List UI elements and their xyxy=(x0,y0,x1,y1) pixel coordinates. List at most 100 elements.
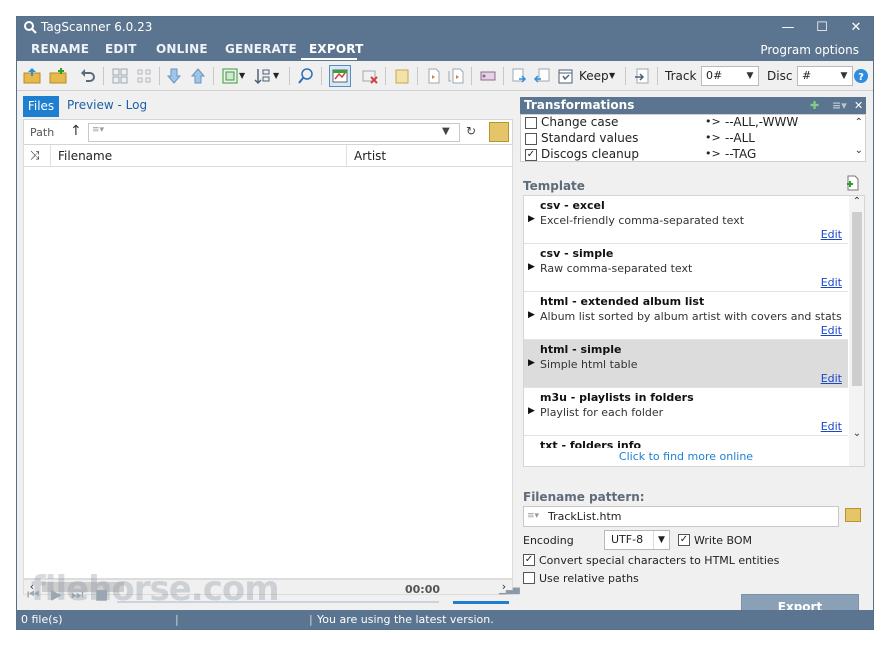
help-icon[interactable]: ? xyxy=(853,68,869,84)
app-window: TagScanner 6.0.23 — ☐ ✕ RENAME EDIT ONLI… xyxy=(16,16,874,630)
file-list-header: ⤨ Filename Artist xyxy=(23,145,513,167)
expand-icon[interactable]: ▶ xyxy=(528,358,535,368)
active-menu-indicator xyxy=(301,58,357,60)
program-options-link[interactable]: Program options xyxy=(760,43,859,57)
sort-icon[interactable] xyxy=(253,67,271,85)
up-folder-icon[interactable]: ↑ xyxy=(70,123,82,139)
open-folder-icon[interactable] xyxy=(23,67,41,85)
tab-files[interactable]: Files xyxy=(23,96,59,117)
clipboard-icon[interactable] xyxy=(393,67,411,85)
browse-folder-icon[interactable] xyxy=(845,508,861,522)
encoding-dropdown-icon[interactable]: ▼ xyxy=(653,531,669,549)
new-template-icon[interactable] xyxy=(846,175,860,191)
keep-label[interactable]: Keep xyxy=(579,69,609,83)
files-panel: Files Preview - Log Path ↑ ≡▾ ▼ ↻ ⤨ File… xyxy=(21,95,515,607)
transformation-row[interactable]: ✓ Discogs cleanup •> --TAG xyxy=(521,147,851,163)
export-mode-icon[interactable] xyxy=(329,65,351,87)
path-dropdown-icon[interactable]: ▼ xyxy=(442,126,450,137)
apply-icon[interactable] xyxy=(633,67,651,85)
list-options-icon[interactable]: ≡▾ xyxy=(832,97,847,114)
documents-icon[interactable] xyxy=(447,67,465,85)
copy-right-icon[interactable] xyxy=(533,67,551,85)
transformation-name: Change case xyxy=(541,115,619,129)
keep-icon[interactable] xyxy=(557,67,575,85)
menu-online[interactable]: ONLINE xyxy=(156,42,208,56)
menu-generate[interactable]: GENERATE xyxy=(225,42,297,56)
tag-icon[interactable] xyxy=(479,67,497,85)
template-edit-link[interactable]: Edit xyxy=(821,228,842,241)
template-item-selected[interactable]: html - simple ▶ Simple html table Edit xyxy=(524,340,848,388)
track-combo[interactable]: 0# ▼ xyxy=(701,66,759,86)
transformation-name: Standard values xyxy=(541,131,639,145)
template-edit-link[interactable]: Edit xyxy=(821,372,842,385)
move-down-icon[interactable] xyxy=(165,67,183,85)
template-item[interactable]: html - extended album list ▶ Album list … xyxy=(524,292,848,340)
encoding-select[interactable]: UTF-8 ▼ xyxy=(604,530,670,550)
scroll-down-icon[interactable]: ⌄ xyxy=(855,145,863,156)
search-icon[interactable] xyxy=(297,67,315,85)
disc-combo[interactable]: # ▼ xyxy=(797,66,853,86)
column-artist[interactable]: Artist xyxy=(354,149,386,163)
scroll-down-icon[interactable]: ⌄ xyxy=(849,428,864,439)
find-more-online-link[interactable]: Click to find more online xyxy=(524,448,848,466)
expand-icon[interactable]: ▶ xyxy=(528,406,535,416)
transformation-checkbox[interactable] xyxy=(525,133,537,145)
column-filename[interactable]: Filename xyxy=(58,149,112,163)
seek-bar[interactable] xyxy=(117,601,439,603)
undo-icon[interactable] xyxy=(79,67,97,85)
watermark: filehorse.com xyxy=(31,569,280,609)
add-folder-icon[interactable] xyxy=(49,67,67,85)
checkbox-box[interactable] xyxy=(523,572,535,584)
document-icon[interactable] xyxy=(425,67,443,85)
transformation-checkbox[interactable]: ✓ xyxy=(525,149,537,161)
scroll-up-icon[interactable]: ⌃ xyxy=(849,196,864,207)
close-button[interactable]: ✕ xyxy=(839,17,873,39)
filename-pattern-input[interactable]: ≡▾ TrackList.htm xyxy=(523,506,839,527)
small-grid-icon[interactable] xyxy=(135,67,153,85)
transformation-checkbox[interactable] xyxy=(525,117,537,129)
template-scrollbar[interactable]: ⌃ ⌄ xyxy=(849,196,864,466)
path-input[interactable]: ≡▾ xyxy=(88,123,460,142)
template-edit-link[interactable]: Edit xyxy=(821,324,842,337)
shuffle-icon[interactable]: ⤨ xyxy=(30,148,40,163)
menu-rename[interactable]: RENAME xyxy=(31,42,89,56)
window-title: TagScanner 6.0.23 xyxy=(41,20,153,34)
copy-left-icon[interactable] xyxy=(511,67,529,85)
expand-icon[interactable]: ▶ xyxy=(528,214,535,224)
menu-bar: RENAME EDIT ONLINE GENERATE EXPORT Progr… xyxy=(17,39,873,61)
disc-dropdown-icon[interactable]: ▼ xyxy=(836,67,852,85)
checkbox-box[interactable]: ✓ xyxy=(678,534,690,546)
previous-icon[interactable]: ⏮ xyxy=(27,587,40,603)
track-dropdown-icon[interactable]: ▼ xyxy=(742,67,758,85)
select-icon[interactable] xyxy=(221,67,239,85)
refresh-icon[interactable]: ↻ xyxy=(466,124,476,138)
stop-icon[interactable]: ■ xyxy=(95,587,108,603)
play-icon[interactable]: ▶ xyxy=(51,587,62,603)
next-icon[interactable]: ⏭ xyxy=(71,587,84,603)
menu-edit[interactable]: EDIT xyxy=(105,42,137,56)
template-item[interactable]: csv - excel ▶ Excel-friendly comma-separ… xyxy=(524,196,848,244)
template-item[interactable]: m3u - playlists in folders ▶ Playlist fo… xyxy=(524,388,848,436)
grid-view-icon[interactable] xyxy=(111,67,129,85)
move-up-icon[interactable] xyxy=(189,67,207,85)
remove-tags-icon[interactable] xyxy=(361,67,379,85)
close-panel-icon[interactable]: ✕ xyxy=(854,97,863,114)
add-transformation-icon[interactable]: ✚ xyxy=(810,97,819,114)
scroll-thumb[interactable] xyxy=(852,212,862,386)
file-list[interactable] xyxy=(23,167,513,579)
maximize-button[interactable]: ☐ xyxy=(805,17,839,39)
scroll-up-icon[interactable]: ⌃ xyxy=(855,117,863,128)
template-item[interactable]: csv - simple ▶ Raw comma-separated text … xyxy=(524,244,848,292)
template-edit-link[interactable]: Edit xyxy=(821,276,842,289)
tab-preview-log[interactable]: Preview - Log xyxy=(67,98,147,112)
expand-icon[interactable]: ▶ xyxy=(528,310,535,320)
transformation-row[interactable]: Standard values •> --ALL xyxy=(521,131,851,147)
browse-folder-icon[interactable] xyxy=(489,122,509,142)
volume-slider[interactable] xyxy=(453,601,509,604)
minimize-button[interactable]: — xyxy=(771,17,805,39)
menu-export[interactable]: EXPORT xyxy=(309,42,364,56)
expand-icon[interactable]: ▶ xyxy=(528,262,535,272)
checkbox-box[interactable]: ✓ xyxy=(523,554,535,566)
template-edit-link[interactable]: Edit xyxy=(821,420,842,433)
transformation-row[interactable]: Change case •> --ALL,-WWW xyxy=(521,115,851,131)
